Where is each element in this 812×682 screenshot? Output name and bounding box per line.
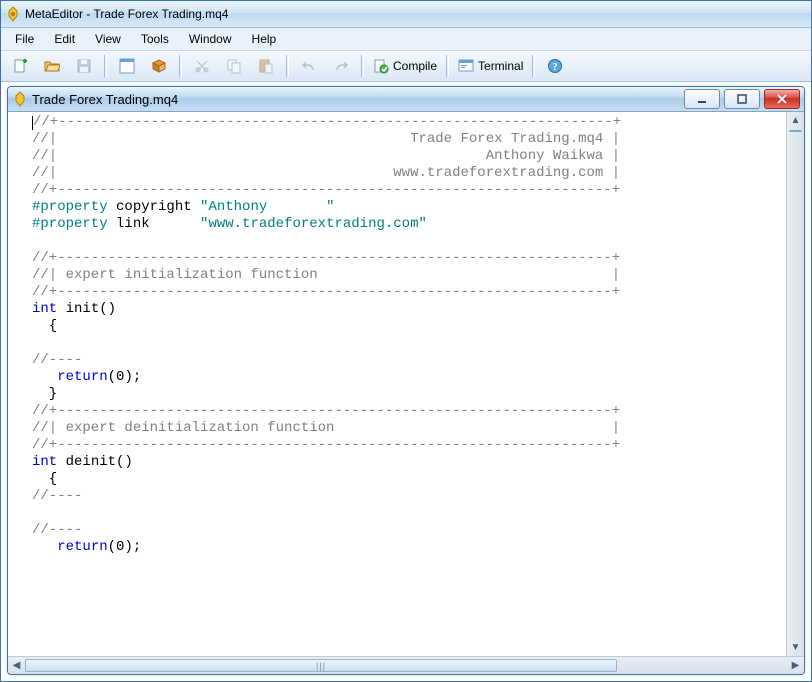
window-buttons <box>684 89 800 109</box>
menu-tools[interactable]: Tools <box>131 30 179 48</box>
copy-button[interactable] <box>219 53 249 79</box>
scroll-down-icon[interactable]: ▼ <box>787 639 804 656</box>
hscroll-thumb[interactable]: ||| <box>25 659 617 672</box>
toolbar: Compile Terminal ? <box>1 51 811 82</box>
vertical-scrollbar[interactable]: ▲ ▼ <box>786 112 804 656</box>
maximize-button[interactable] <box>724 89 760 109</box>
undo-button[interactable] <box>294 53 324 79</box>
scroll-up-icon[interactable]: ▲ <box>787 112 804 129</box>
editor-body: //+-------------------------------------… <box>8 112 804 656</box>
toolbar-separator <box>286 55 289 77</box>
terminal-button[interactable]: Terminal <box>454 53 527 79</box>
menu-edit[interactable]: Edit <box>44 30 85 48</box>
terminal-label: Terminal <box>478 59 523 73</box>
toolbar-separator <box>446 55 449 77</box>
close-button[interactable] <box>764 89 800 109</box>
toolbar-separator <box>104 55 107 77</box>
code-area[interactable]: //+-------------------------------------… <box>30 112 786 656</box>
svg-text:?: ? <box>553 62 558 73</box>
minimize-button[interactable] <box>684 89 720 109</box>
new-file-button[interactable] <box>5 53 35 79</box>
menu-view[interactable]: View <box>85 30 131 48</box>
app-title: MetaEditor - Trade Forex Trading.mq4 <box>25 7 228 21</box>
save-button[interactable] <box>69 53 99 79</box>
toolbar-separator <box>532 55 535 77</box>
editor-title-text: Trade Forex Trading.mq4 <box>32 92 684 107</box>
mdi-area: Trade Forex Trading.mq4 //+-------------… <box>1 82 811 681</box>
cut-button[interactable] <box>187 53 217 79</box>
toolbar-separator <box>361 55 364 77</box>
scroll-right-icon[interactable]: ▶ <box>787 660 804 671</box>
navigator-button[interactable] <box>112 53 142 79</box>
toolbox-button[interactable] <box>144 53 174 79</box>
editor-window: Trade Forex Trading.mq4 //+-------------… <box>7 86 805 675</box>
code-content: //+-------------------------------------… <box>32 114 786 556</box>
titlebar: MetaEditor - Trade Forex Trading.mq4 <box>1 1 811 28</box>
menubar: File Edit View Tools Window Help <box>1 28 811 51</box>
scroll-left-icon[interactable]: ◀ <box>8 660 25 671</box>
editor-gutter <box>8 112 30 656</box>
compile-button[interactable]: Compile <box>369 53 441 79</box>
editor-titlebar[interactable]: Trade Forex Trading.mq4 <box>8 87 804 112</box>
file-icon <box>12 91 28 107</box>
app-window: MetaEditor - Trade Forex Trading.mq4 Fil… <box>0 0 812 682</box>
hscroll-track[interactable]: ||| <box>25 657 787 674</box>
vscroll-thumb[interactable] <box>789 130 802 132</box>
menu-help[interactable]: Help <box>242 30 287 48</box>
open-file-button[interactable] <box>37 53 67 79</box>
paste-button[interactable] <box>251 53 281 79</box>
app-icon <box>5 6 21 22</box>
compile-label: Compile <box>393 59 437 73</box>
toolbar-separator <box>179 55 182 77</box>
help-button[interactable]: ? <box>540 53 570 79</box>
redo-button[interactable] <box>326 53 356 79</box>
horizontal-scrollbar[interactable]: ◀ ||| ▶ <box>8 656 804 674</box>
menu-file[interactable]: File <box>5 30 44 48</box>
menu-window[interactable]: Window <box>179 30 242 48</box>
